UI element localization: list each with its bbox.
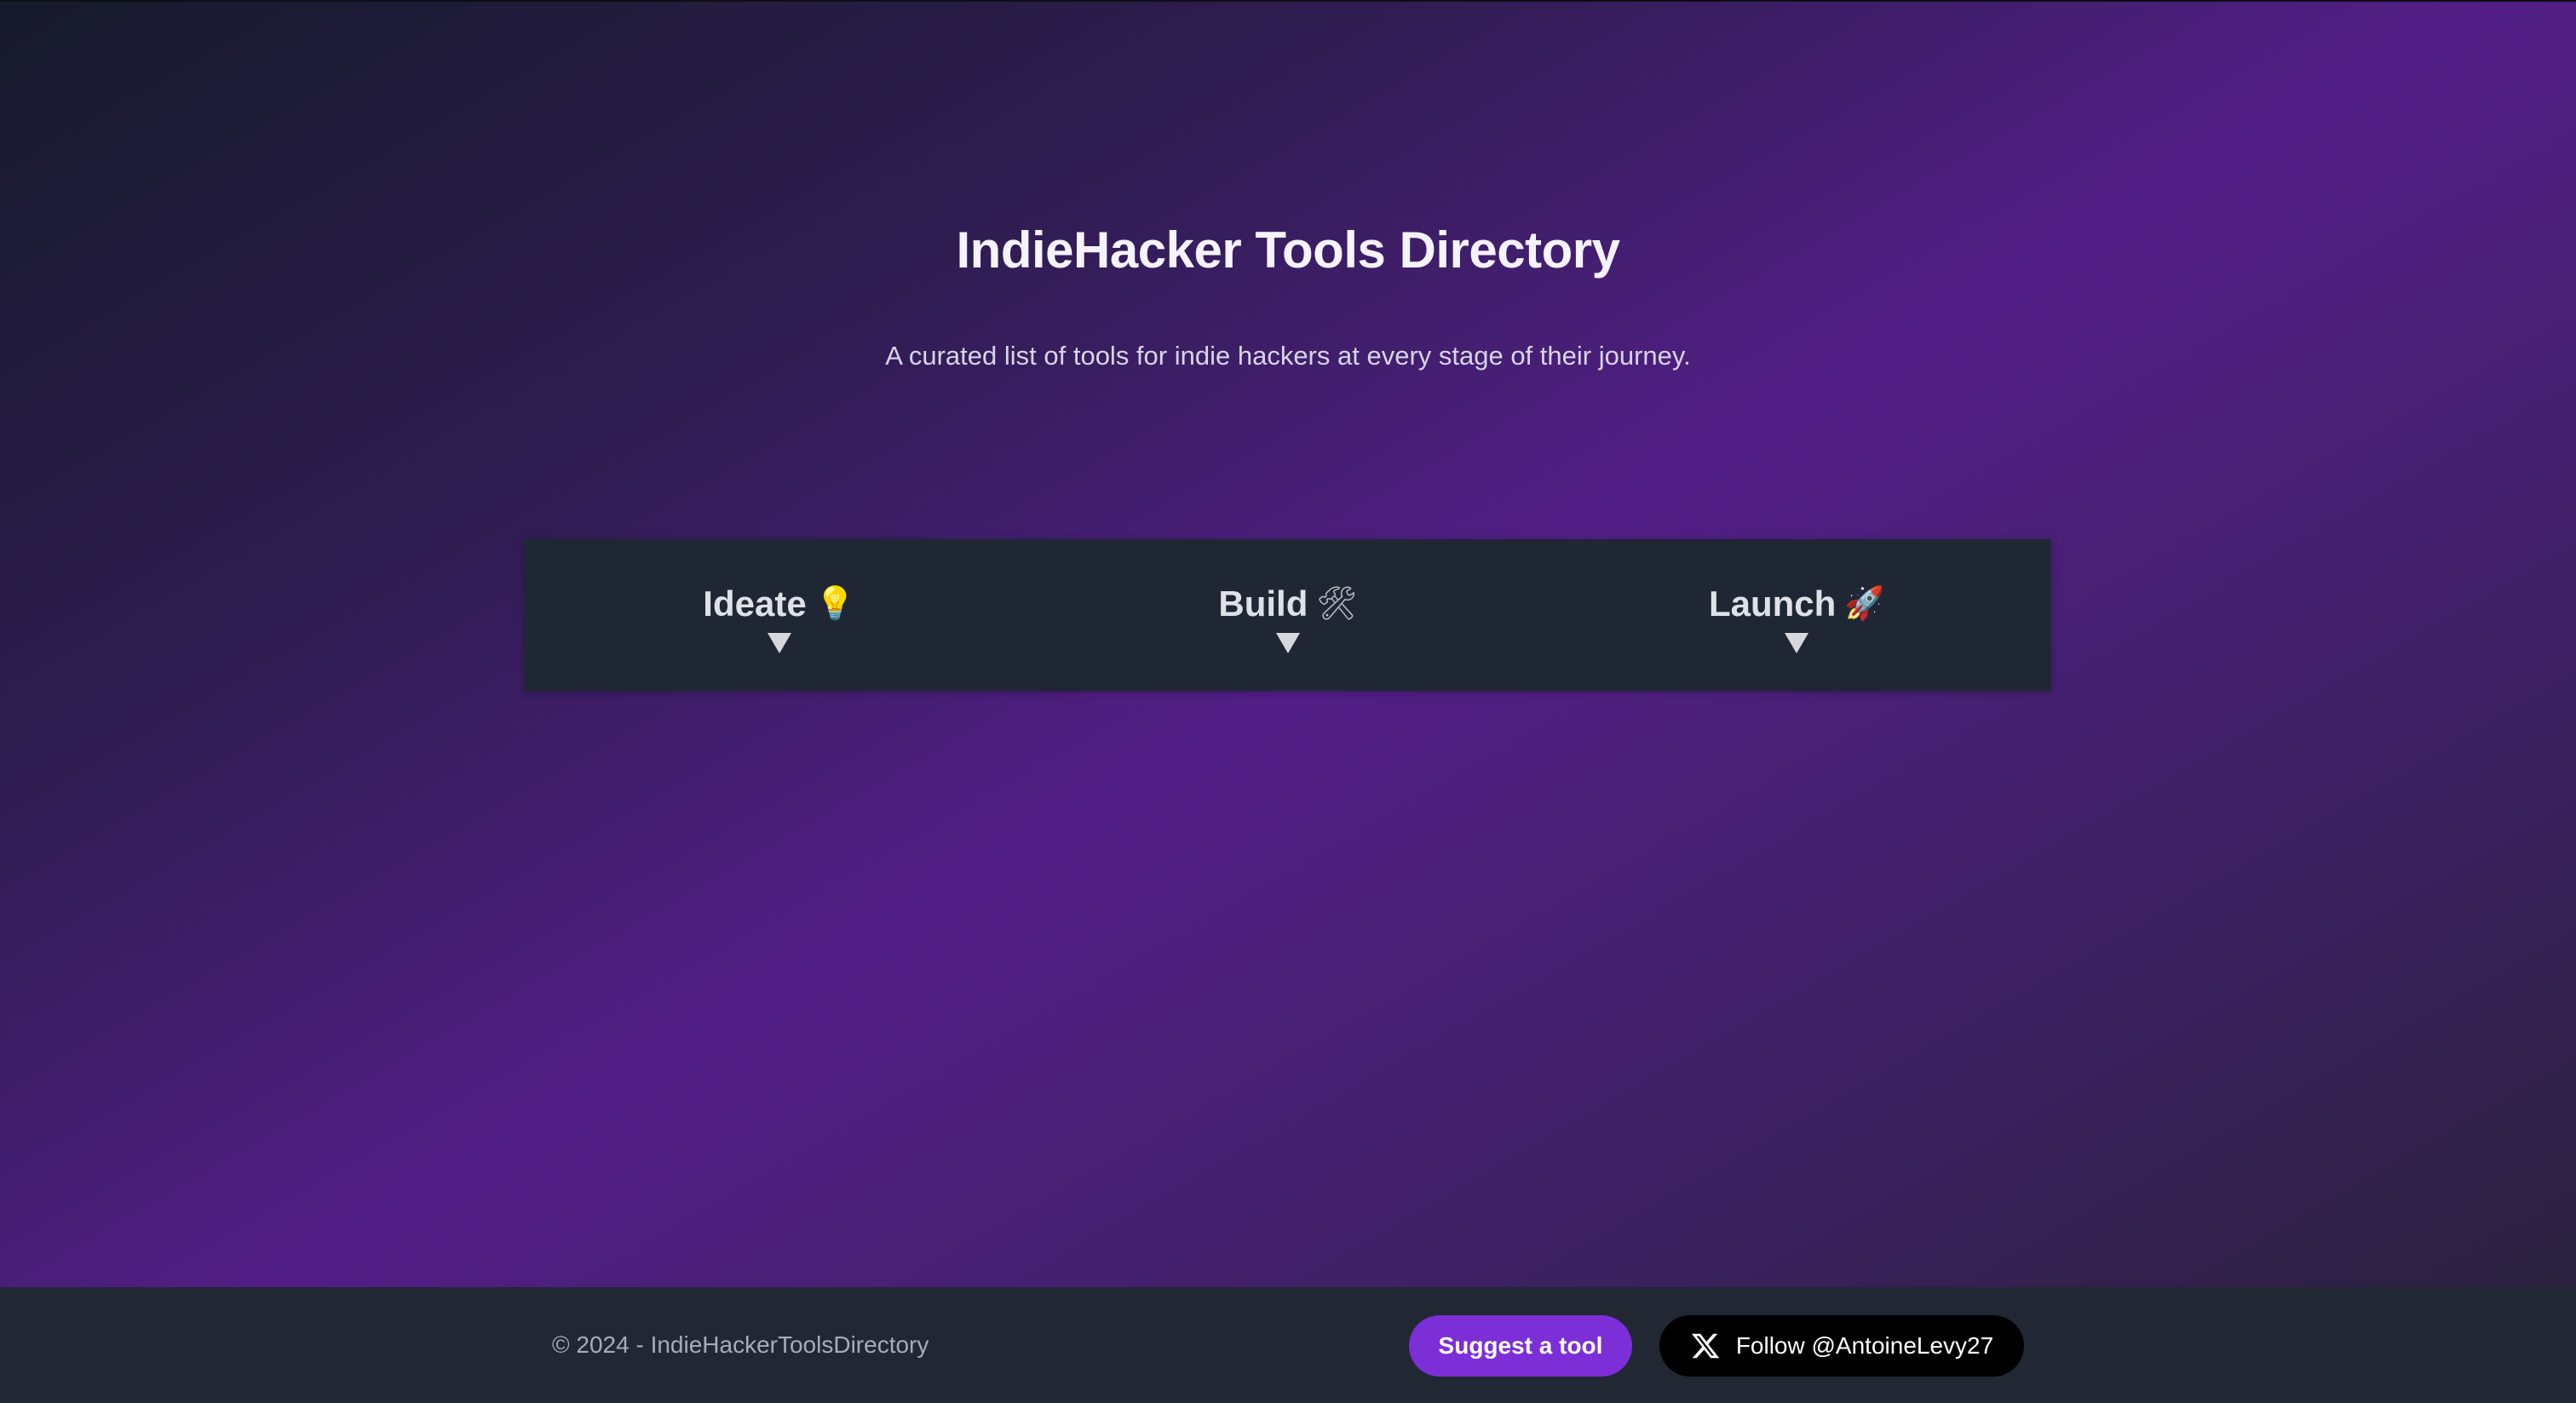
- stage-ideate-header: Ideate 💡: [703, 580, 855, 628]
- stage-ideate-dropdown[interactable]: Ideate 💡: [525, 539, 1033, 691]
- tools-icon: 🛠: [1316, 586, 1358, 622]
- chevron-down-icon: [1785, 633, 1809, 653]
- suggest-tool-button[interactable]: Suggest a tool: [1409, 1315, 1632, 1377]
- stage-ideate-label: Ideate: [703, 584, 807, 624]
- chevron-down-icon: [1275, 633, 1300, 653]
- page-title: IndieHacker Tools Directory: [956, 221, 1620, 279]
- rocket-icon: 🚀: [1844, 586, 1885, 622]
- stage-launch-header: Launch 🚀: [1709, 580, 1885, 628]
- stage-build-header: Build 🛠: [1218, 580, 1357, 628]
- footer: © 2024 - IndieHackerToolsDirectory Sugge…: [0, 1287, 2576, 1403]
- follow-label: Follow @AntoineLevy27: [1735, 1332, 1994, 1359]
- copyright-text: © 2024 - IndieHackerToolsDirectory: [552, 1331, 929, 1358]
- lightbulb-icon: 💡: [814, 586, 856, 622]
- x-logo-icon: [1691, 1333, 1720, 1359]
- follow-twitter-button[interactable]: Follow @AntoineLevy27: [1659, 1315, 2024, 1377]
- stage-tabs: Ideate 💡 Build 🛠 Launch 🚀: [525, 539, 2051, 691]
- stage-build-dropdown[interactable]: Build 🛠: [1033, 539, 1542, 691]
- stage-launch-label: Launch: [1708, 584, 1837, 624]
- chevron-down-icon: [767, 633, 791, 653]
- top-border: [0, 0, 2576, 2]
- stage-build-label: Build: [1218, 584, 1308, 624]
- stage-launch-dropdown[interactable]: Launch 🚀: [1543, 539, 2051, 691]
- page-subtitle: A curated list of tools for indie hacker…: [885, 341, 1691, 371]
